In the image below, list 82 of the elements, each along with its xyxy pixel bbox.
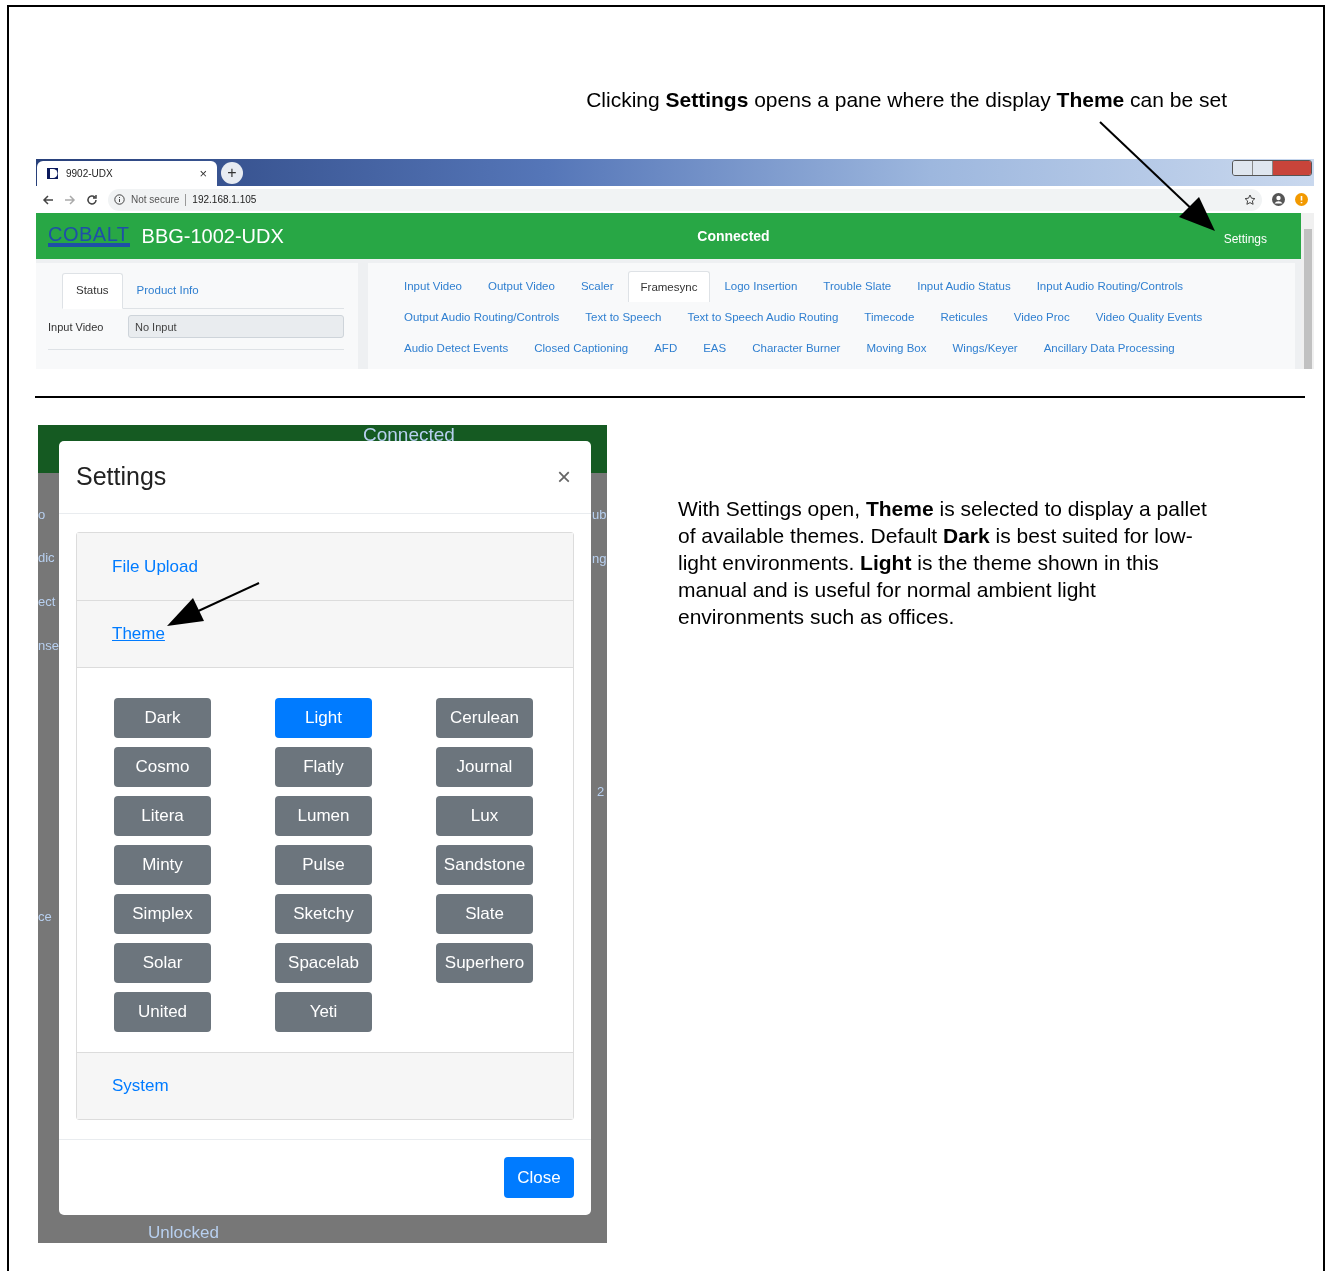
- theme-button[interactable]: Cerulean: [436, 698, 533, 738]
- theme-button[interactable]: Litera: [114, 796, 211, 836]
- account-icon[interactable]: [1272, 193, 1285, 206]
- callout-text: With Settings open, Theme is selected to display a pallet of available themes. Default Dark is best suited for low-light environments. Light is the theme shown in this manual and is useful for normal ambient light environments such as offices.: [678, 496, 1208, 630]
- logo: COBALT: [48, 225, 130, 247]
- background-text: dic: [38, 549, 55, 567]
- connection-status: Connected: [697, 226, 770, 246]
- theme-button[interactable]: Sketchy: [275, 894, 372, 934]
- nav-tab[interactable]: Wings/Keyer: [940, 339, 1030, 358]
- nav-tab[interactable]: Input Audio Routing/Controls: [1024, 277, 1196, 296]
- reload-icon[interactable]: [86, 193, 98, 206]
- theme-button[interactable]: Journal: [436, 747, 533, 787]
- section-link[interactable]: File Upload: [112, 553, 198, 580]
- theme-button[interactable]: Simplex: [114, 894, 211, 934]
- nav-tab[interactable]: Video Quality Events: [1083, 308, 1215, 327]
- nav-tab[interactable]: Framesync: [627, 271, 711, 302]
- close-button[interactable]: Close: [504, 1157, 574, 1198]
- security-label: Not secure: [131, 193, 180, 207]
- url-text: 192.168.1.105: [192, 193, 257, 207]
- theme-button[interactable]: Cosmo: [114, 747, 211, 787]
- background-text: o: [38, 506, 46, 524]
- close-icon[interactable]: ×: [557, 465, 571, 489]
- theme-button[interactable]: Spacelab: [275, 943, 372, 983]
- nav-tab[interactable]: Scaler: [568, 277, 626, 296]
- field-label: Input Video: [48, 319, 105, 335]
- input-field[interactable]: No Input: [128, 315, 344, 339]
- theme-button[interactable]: Yeti: [275, 992, 372, 1032]
- theme-button[interactable]: Lumen: [275, 796, 372, 836]
- favicon-icon: [47, 168, 58, 179]
- nav-tab[interactable]: Output Video: [476, 277, 567, 296]
- nav-tab[interactable]: Character Burner: [740, 339, 853, 358]
- theme-button[interactable]: Slate: [436, 894, 533, 934]
- theme-button[interactable]: Sandstone: [436, 845, 533, 885]
- section-link[interactable]: System: [112, 1073, 169, 1099]
- address-bar[interactable]: Not secure 192.168.1.105: [108, 188, 1262, 211]
- theme-button[interactable]: Pulse: [275, 845, 372, 885]
- theme-button[interactable]: Lux: [436, 796, 533, 836]
- nav-tab[interactable]: Reticules: [928, 308, 1000, 327]
- nav-tab[interactable]: Input Audio Status: [905, 277, 1023, 296]
- nav-tab[interactable]: Trouble Slate: [811, 277, 904, 296]
- nav-tab[interactable]: Closed Captioning: [522, 339, 641, 358]
- theme-button[interactable]: United: [114, 992, 211, 1032]
- back-icon[interactable]: [42, 193, 54, 206]
- nav-tab[interactable]: Audio Detect Events: [392, 339, 521, 358]
- background-text: ce: [38, 908, 52, 926]
- background-text: nse: [38, 637, 59, 655]
- background-text: Unlocked: [148, 1223, 219, 1243]
- dialog-title: Settings: [76, 461, 168, 493]
- theme-button[interactable]: Solar: [114, 943, 211, 983]
- nav-tab[interactable]: Ancillary Data Processing: [1031, 339, 1187, 358]
- theme-button[interactable]: Dark: [114, 698, 211, 738]
- device-name: BBG-1002-UDX: [141, 224, 284, 249]
- background-text: 2: [597, 783, 605, 801]
- theme-button[interactable]: Minty: [114, 845, 211, 885]
- tab[interactable]: Status: [62, 273, 123, 310]
- tab[interactable]: Product Info: [122, 273, 213, 309]
- background-text: ub: [592, 506, 607, 524]
- theme-button[interactable]: Superhero: [436, 943, 533, 983]
- nav-tab[interactable]: Logo Insertion: [712, 277, 810, 296]
- background-text: Connected: [363, 425, 455, 445]
- info-icon: [114, 194, 125, 205]
- nav-tab[interactable]: Text to Speech Audio Routing: [675, 308, 851, 327]
- nav-tab[interactable]: Video Proc: [1001, 308, 1082, 327]
- nav-tab[interactable]: Timecode: [852, 308, 927, 327]
- section-link[interactable]: Theme: [112, 621, 165, 647]
- callout-text: Clicking Settings opens a pane where the display Theme can be set: [586, 87, 1227, 113]
- theme-button[interactable]: Flatly: [275, 747, 372, 787]
- nav-tab[interactable]: Input Video: [392, 277, 474, 296]
- new-tab-button[interactable]: +: [221, 162, 243, 184]
- nav-tab[interactable]: Output Audio Routing/Controls: [392, 308, 572, 327]
- browser-tab[interactable]: 9902-UDX ×: [37, 161, 217, 186]
- nav-tab[interactable]: Moving Box: [854, 339, 939, 358]
- nav-tab[interactable]: AFD: [642, 339, 690, 358]
- nav-tab[interactable]: Text to Speech: [573, 308, 674, 327]
- background-text: ng: [592, 550, 607, 568]
- background-text: ect: [38, 593, 56, 611]
- tab-close[interactable]: ×: [199, 163, 207, 184]
- theme-button[interactable]: Light: [275, 698, 372, 738]
- tab-title: 9902-UDX: [66, 167, 114, 181]
- settings-link[interactable]: Settings: [1223, 230, 1267, 248]
- nav-tab[interactable]: EAS: [691, 339, 739, 358]
- star-icon[interactable]: [1244, 193, 1256, 206]
